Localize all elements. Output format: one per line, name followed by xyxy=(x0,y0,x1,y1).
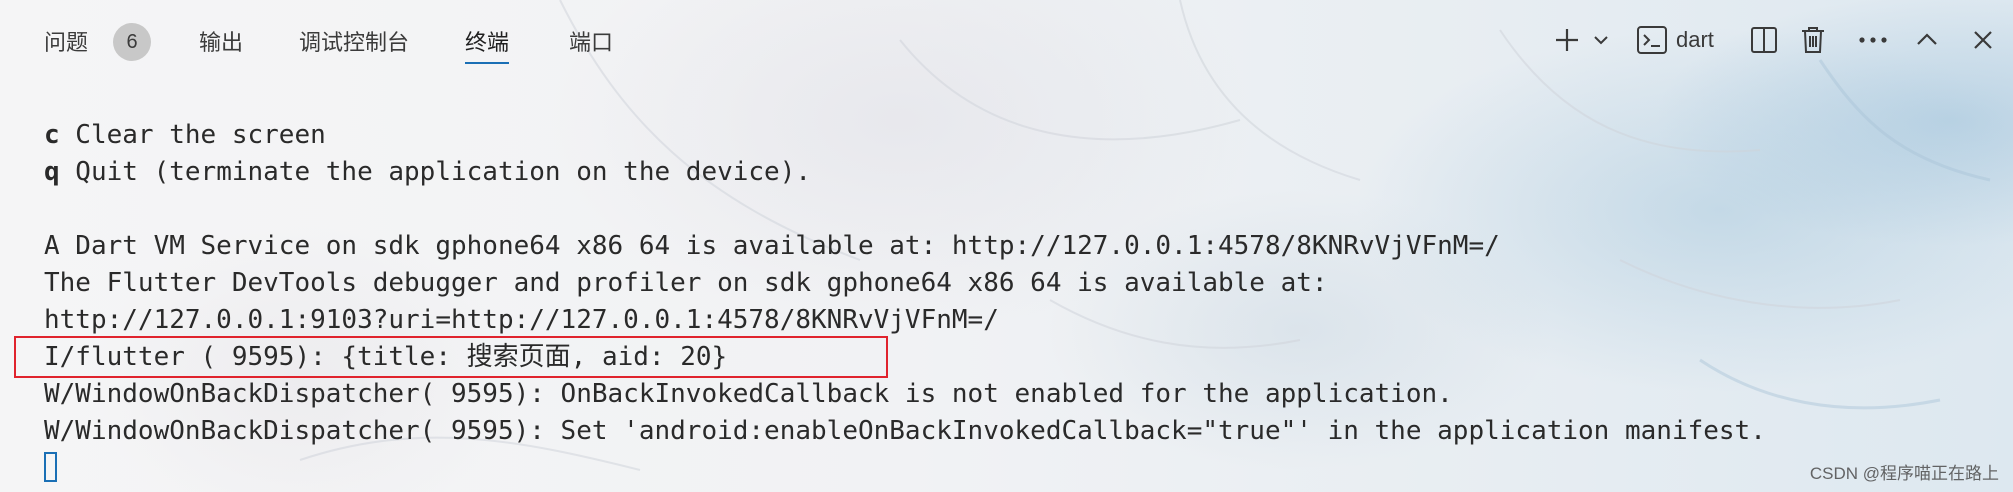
terminal-line: q Quit (terminate the application on the… xyxy=(44,154,2004,191)
new-terminal-button[interactable] xyxy=(1552,22,1582,58)
terminal-text: The Flutter DevTools debugger and profil… xyxy=(44,268,1328,298)
split-editor-icon xyxy=(1751,27,1777,53)
watermark: CSDN @程序喵正在路上 xyxy=(1809,464,1999,483)
terminal-line: http://127.0.0.1:9103?uri=http://127.0.0… xyxy=(44,302,2004,339)
tab-terminal[interactable]: 终端 xyxy=(465,28,510,64)
close-panel-button[interactable] xyxy=(1968,22,1998,58)
plus-icon xyxy=(1556,29,1578,51)
highlight-annotation-box xyxy=(14,336,888,378)
terminal-line: W/WindowOnBackDispatcher( 9595): OnBackI… xyxy=(44,376,2004,413)
maximize-panel-button[interactable] xyxy=(1912,22,1942,58)
chevron-up-icon xyxy=(1917,33,1937,45)
terminal-line: A Dart VM Service on sdk gphone64 x86 64… xyxy=(44,228,2004,265)
problems-count-badge: 6 xyxy=(113,23,151,61)
close-icon xyxy=(1974,31,1992,49)
tab-problems-label: 问题 xyxy=(44,30,89,55)
tab-debug-console-label: 调试控制台 xyxy=(299,30,410,55)
terminal-name-label: dart xyxy=(1676,27,1714,52)
terminal-profile-dropdown[interactable] xyxy=(1590,22,1612,58)
terminal-cursor xyxy=(44,452,57,482)
tab-problems[interactable]: 问题 xyxy=(44,28,88,58)
terminal-text: Quit (terminate the application on the d… xyxy=(59,157,812,187)
terminal-text: http://127.0.0.1:9103?uri=http://127.0.0… xyxy=(44,305,999,335)
panel-tab-bar: 问题 6 输出 调试控制台 终端 端口 dart xyxy=(0,0,2013,82)
terminal-line: The Flutter DevTools debugger and profil… xyxy=(44,265,2004,302)
terminal-key: c xyxy=(44,120,60,150)
kill-terminal-button[interactable] xyxy=(1798,22,1828,58)
tab-ports[interactable]: 端口 xyxy=(569,28,613,58)
terminal-line: W/WindowOnBackDispatcher( 9595): Set 'an… xyxy=(44,413,2004,450)
tab-ports-label: 端口 xyxy=(569,30,614,55)
terminal-selector-dart[interactable]: dart xyxy=(1636,22,1746,58)
terminal-icon xyxy=(1637,26,1667,54)
tab-terminal-label: 终端 xyxy=(465,30,510,55)
terminal-line: c Clear the screen xyxy=(44,117,2004,154)
split-terminal-button[interactable] xyxy=(1748,22,1780,58)
terminal-text: W/WindowOnBackDispatcher( 9595): OnBackI… xyxy=(44,379,1453,409)
terminal-key: q xyxy=(44,157,60,187)
tab-output[interactable]: 输出 xyxy=(199,28,243,58)
terminal-output[interactable]: c Clear the screen q Quit (terminate the… xyxy=(44,117,2004,450)
terminal-text: A Dart VM Service on sdk gphone64 x86 64… xyxy=(44,231,1500,261)
terminal-text: W/WindowOnBackDispatcher( 9595): Set 'an… xyxy=(44,416,1766,446)
more-icon xyxy=(1859,37,1887,43)
chevron-down-icon xyxy=(1594,36,1608,45)
trash-icon xyxy=(1802,27,1824,53)
more-actions-button[interactable] xyxy=(1856,22,1890,58)
tab-output-label: 输出 xyxy=(199,30,244,55)
terminal-text: Clear the screen xyxy=(59,120,326,150)
tab-debug-console[interactable]: 调试控制台 xyxy=(299,28,409,58)
